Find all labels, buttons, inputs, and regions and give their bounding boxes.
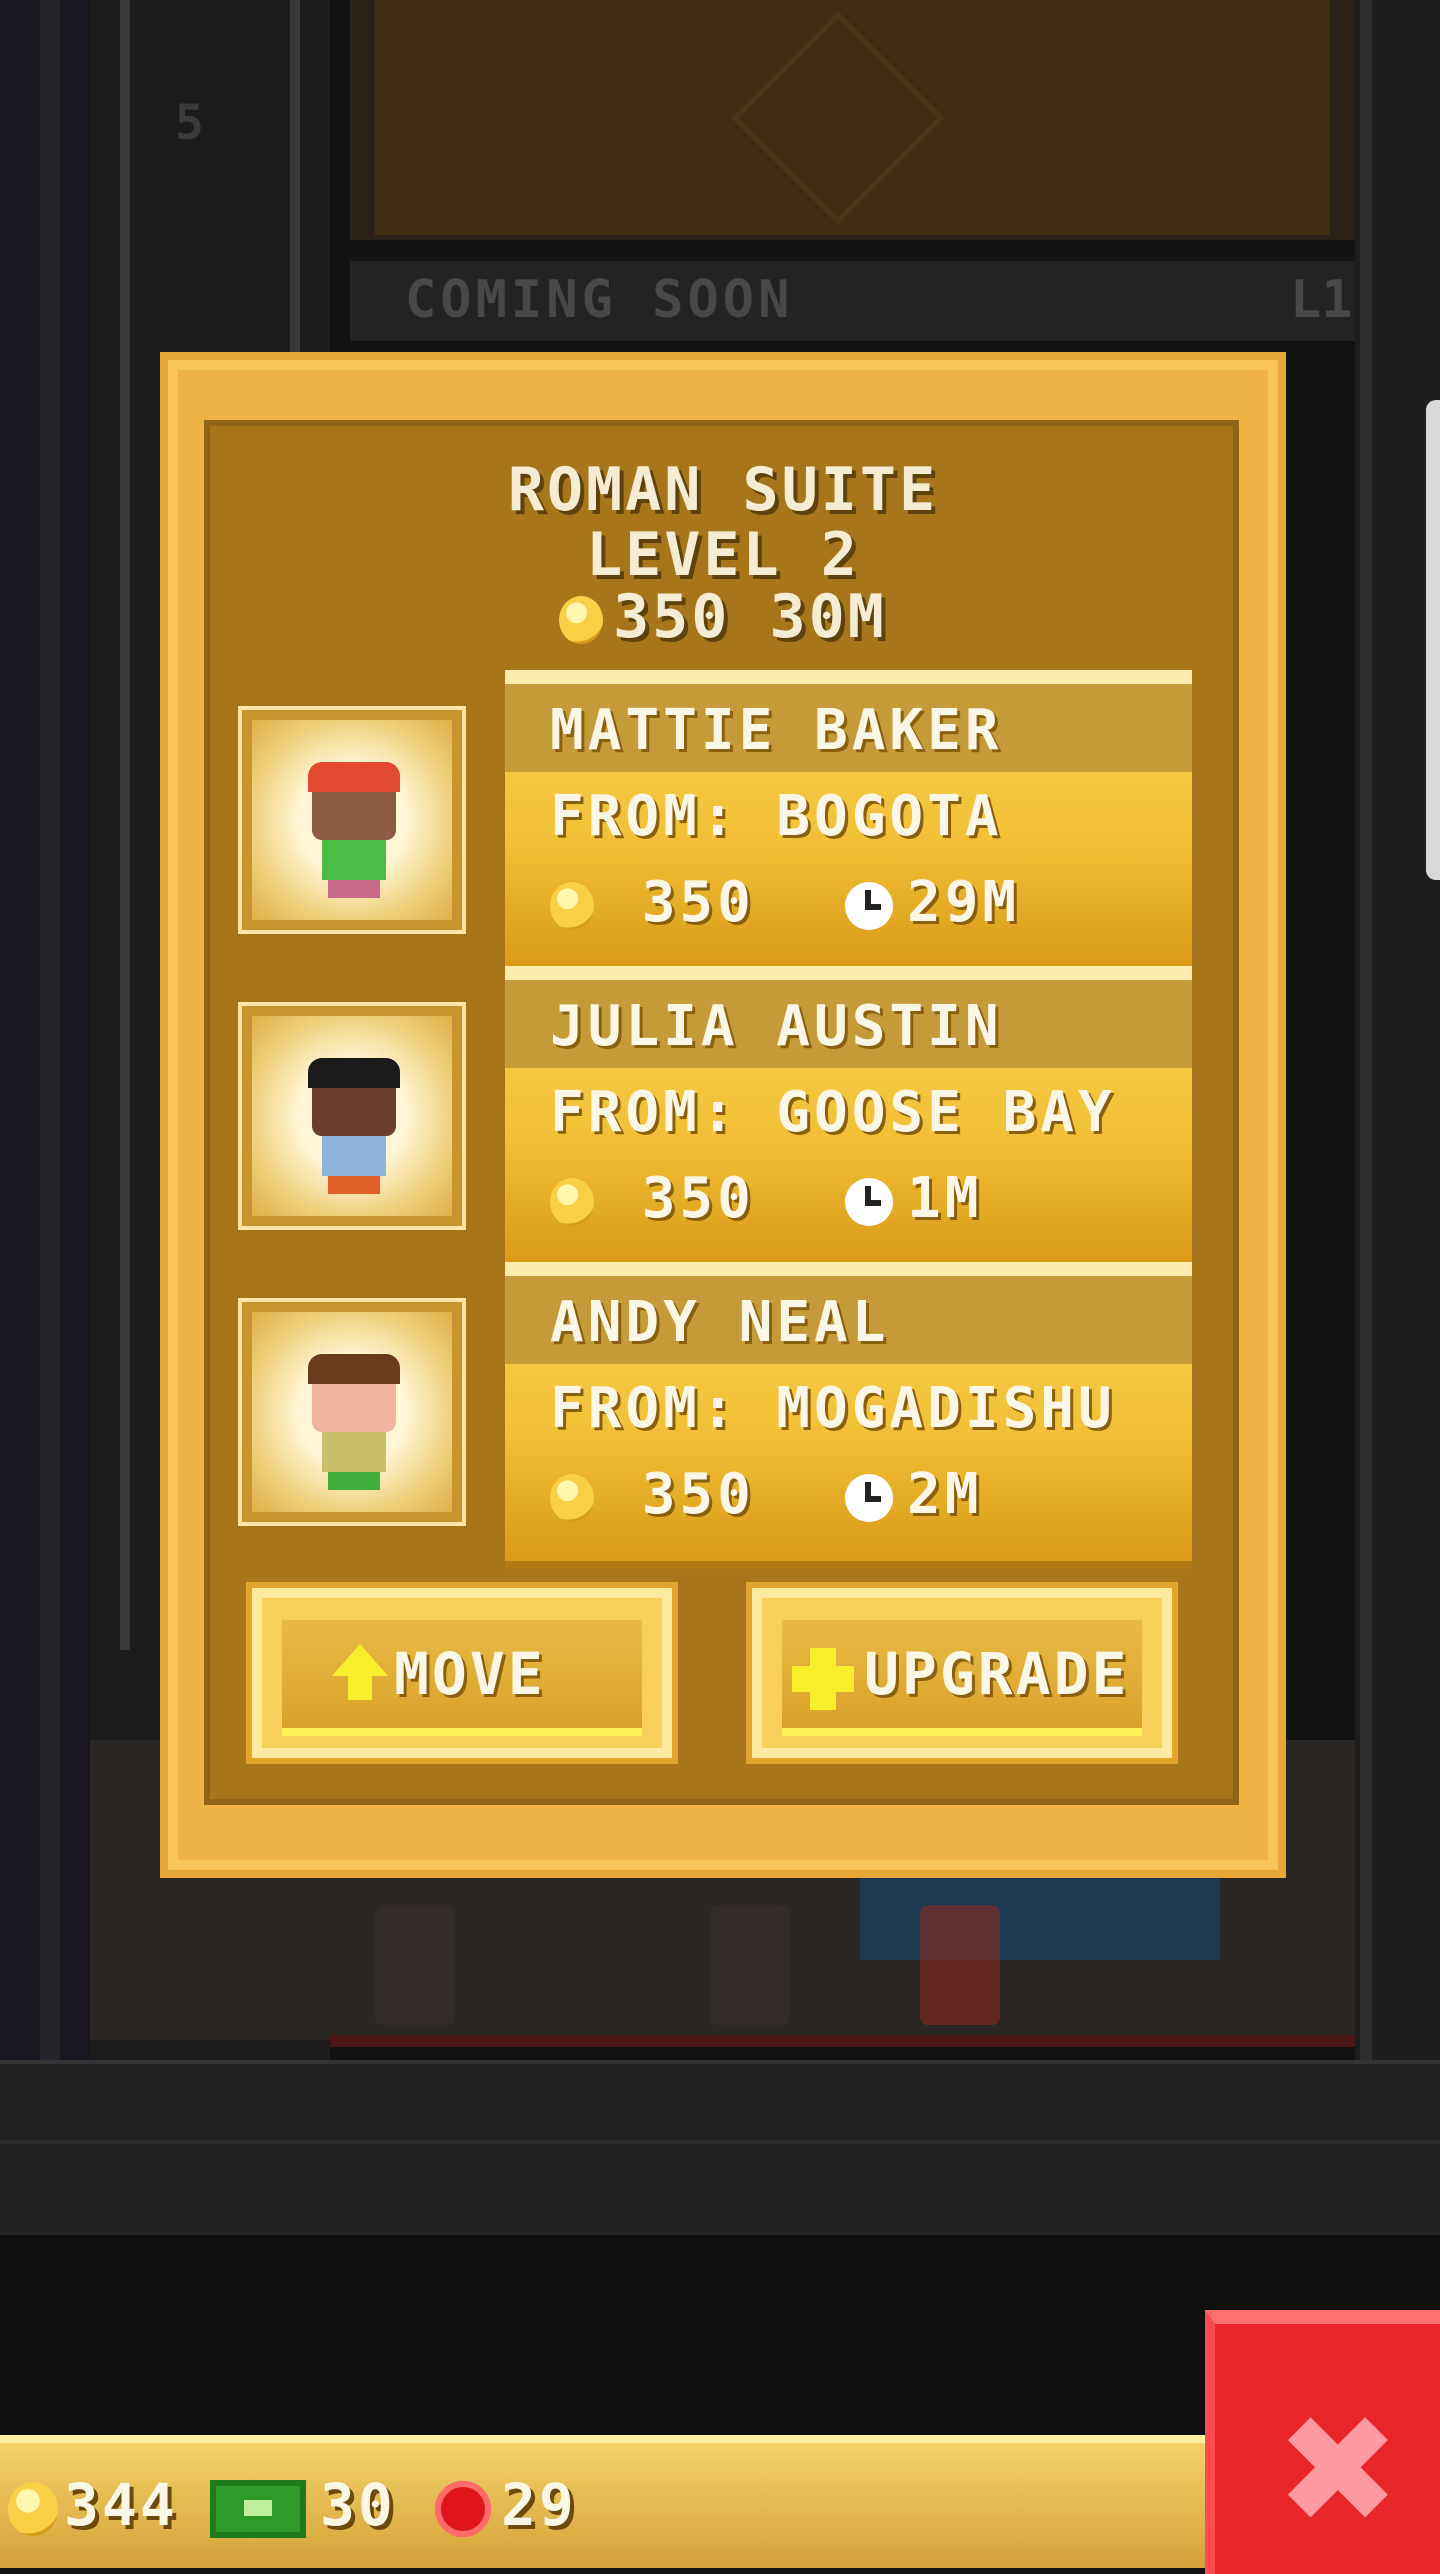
- arrow-up-icon-stem: [348, 1674, 372, 1700]
- resident-time: 2M: [845, 1462, 982, 1527]
- avatar-hair: [308, 1058, 400, 1088]
- coin-icon: [559, 596, 604, 645]
- avatar-body: [322, 1136, 386, 1176]
- resident-time-value: 2M: [907, 1462, 983, 1527]
- bux-icon: [210, 2479, 306, 2538]
- arrow-up-icon: [332, 1644, 388, 1676]
- resident-time-value: 1M: [907, 1166, 983, 1231]
- resident-coins-value: 350: [641, 1462, 755, 1527]
- bux-counter[interactable]: 30: [210, 2471, 396, 2539]
- coin-count: 344: [64, 2471, 178, 2539]
- right-column: [1360, 0, 1372, 2060]
- lobby-carpet: [330, 2035, 1355, 2047]
- floor-income-value: 350 30M: [613, 582, 887, 652]
- plus-icon-vertical: [810, 1648, 836, 1710]
- resident-row[interactable]: JULIA AUSTIN FROM: GOOSE BAY 350 1M: [168, 966, 1278, 1265]
- bux-count: 30: [320, 2471, 396, 2539]
- resident-coins-value: 350: [641, 870, 755, 935]
- resident-time-value: 29M: [907, 870, 1021, 935]
- resident-coins: 350: [550, 870, 755, 935]
- chip-icon: [435, 2480, 491, 2537]
- street-line: [0, 2140, 1440, 2144]
- resident-card[interactable]: MATTIE BAKER FROM: BOGOTA 350 29M: [505, 670, 1192, 969]
- resident-origin: FROM: MOGADISHU: [550, 1376, 1116, 1441]
- avatar-hair: [308, 1354, 400, 1384]
- clock-icon: [845, 1177, 893, 1226]
- coin-counter[interactable]: 344: [8, 2471, 178, 2539]
- clock-icon: [845, 1473, 893, 1522]
- lobby-window: [860, 1870, 1220, 1960]
- close-button[interactable]: ✖: [1205, 2310, 1440, 2574]
- floor-info-dialog: ROMAN SUITE LEVEL 2 350 30M MATTIE BAKER…: [168, 360, 1278, 1870]
- left-pillar: [40, 0, 60, 2060]
- avatar-body: [322, 1432, 386, 1472]
- coin-icon: [550, 1177, 594, 1226]
- upgrade-button[interactable]: UPGRADE: [752, 1588, 1172, 1758]
- resident-name: ANDY NEAL: [550, 1290, 890, 1355]
- lobby-person: [710, 1905, 790, 2025]
- resident-name: MATTIE BAKER: [550, 698, 1003, 763]
- avatar-legs: [328, 1176, 380, 1194]
- move-button-label: MOVE: [394, 1640, 546, 1708]
- shaft-rail: [120, 0, 130, 1650]
- resident-coins-value: 350: [641, 1166, 755, 1231]
- floor-income: 350 30M: [168, 582, 1278, 652]
- resident-portrait[interactable]: [242, 710, 462, 930]
- resident-portrait[interactable]: [242, 1302, 462, 1522]
- side-panel-handle[interactable]: [1426, 400, 1440, 880]
- floor-number: L1: [1290, 270, 1353, 330]
- resident-portrait[interactable]: [242, 1006, 462, 1226]
- street-level: [0, 2060, 1440, 2239]
- avatar-legs: [328, 880, 380, 898]
- floor-label: COMING SOON: [405, 270, 794, 330]
- resident-card[interactable]: ANDY NEAL FROM: MOGADISHU 350 2M: [505, 1262, 1192, 1561]
- resident-time: 29M: [845, 870, 1020, 935]
- coin-icon: [550, 881, 594, 930]
- chip-counter[interactable]: 29: [435, 2471, 577, 2539]
- resident-origin: FROM: BOGOTA: [550, 784, 1003, 849]
- resident-name: JULIA AUSTIN: [550, 994, 1003, 1059]
- floor-title: ROMAN SUITE: [507, 455, 939, 525]
- resident-time: 1M: [845, 1166, 982, 1231]
- lobby-person: [375, 1905, 455, 2025]
- resident-coins: 350: [550, 1166, 755, 1231]
- resident-card[interactable]: JULIA AUSTIN FROM: GOOSE BAY 350 1M: [505, 966, 1192, 1265]
- resident-row[interactable]: ANDY NEAL FROM: MOGADISHU 350 2M: [168, 1262, 1278, 1561]
- coin-icon: [8, 2481, 58, 2536]
- floor-level: LEVEL 2: [586, 520, 860, 590]
- avatar-body: [322, 840, 386, 880]
- currency-bar: 344 30 29: [0, 2435, 1210, 2568]
- move-button[interactable]: MOVE: [252, 1588, 672, 1758]
- coin-icon: [550, 1473, 594, 1522]
- lobby-person: [920, 1905, 1000, 2025]
- upgrade-button-label: UPGRADE: [864, 1640, 1130, 1708]
- shaft-floor-number: 5: [175, 95, 204, 151]
- resident-row[interactable]: MATTIE BAKER FROM: BOGOTA 350 29M: [168, 670, 1278, 969]
- avatar-hair: [308, 762, 400, 792]
- avatar-legs: [328, 1472, 380, 1490]
- chip-count: 29: [501, 2471, 577, 2539]
- clock-icon: [845, 881, 893, 930]
- resident-coins: 350: [550, 1462, 755, 1527]
- close-icon: ✖: [1275, 2384, 1401, 2558]
- resident-origin: FROM: GOOSE BAY: [550, 1080, 1116, 1145]
